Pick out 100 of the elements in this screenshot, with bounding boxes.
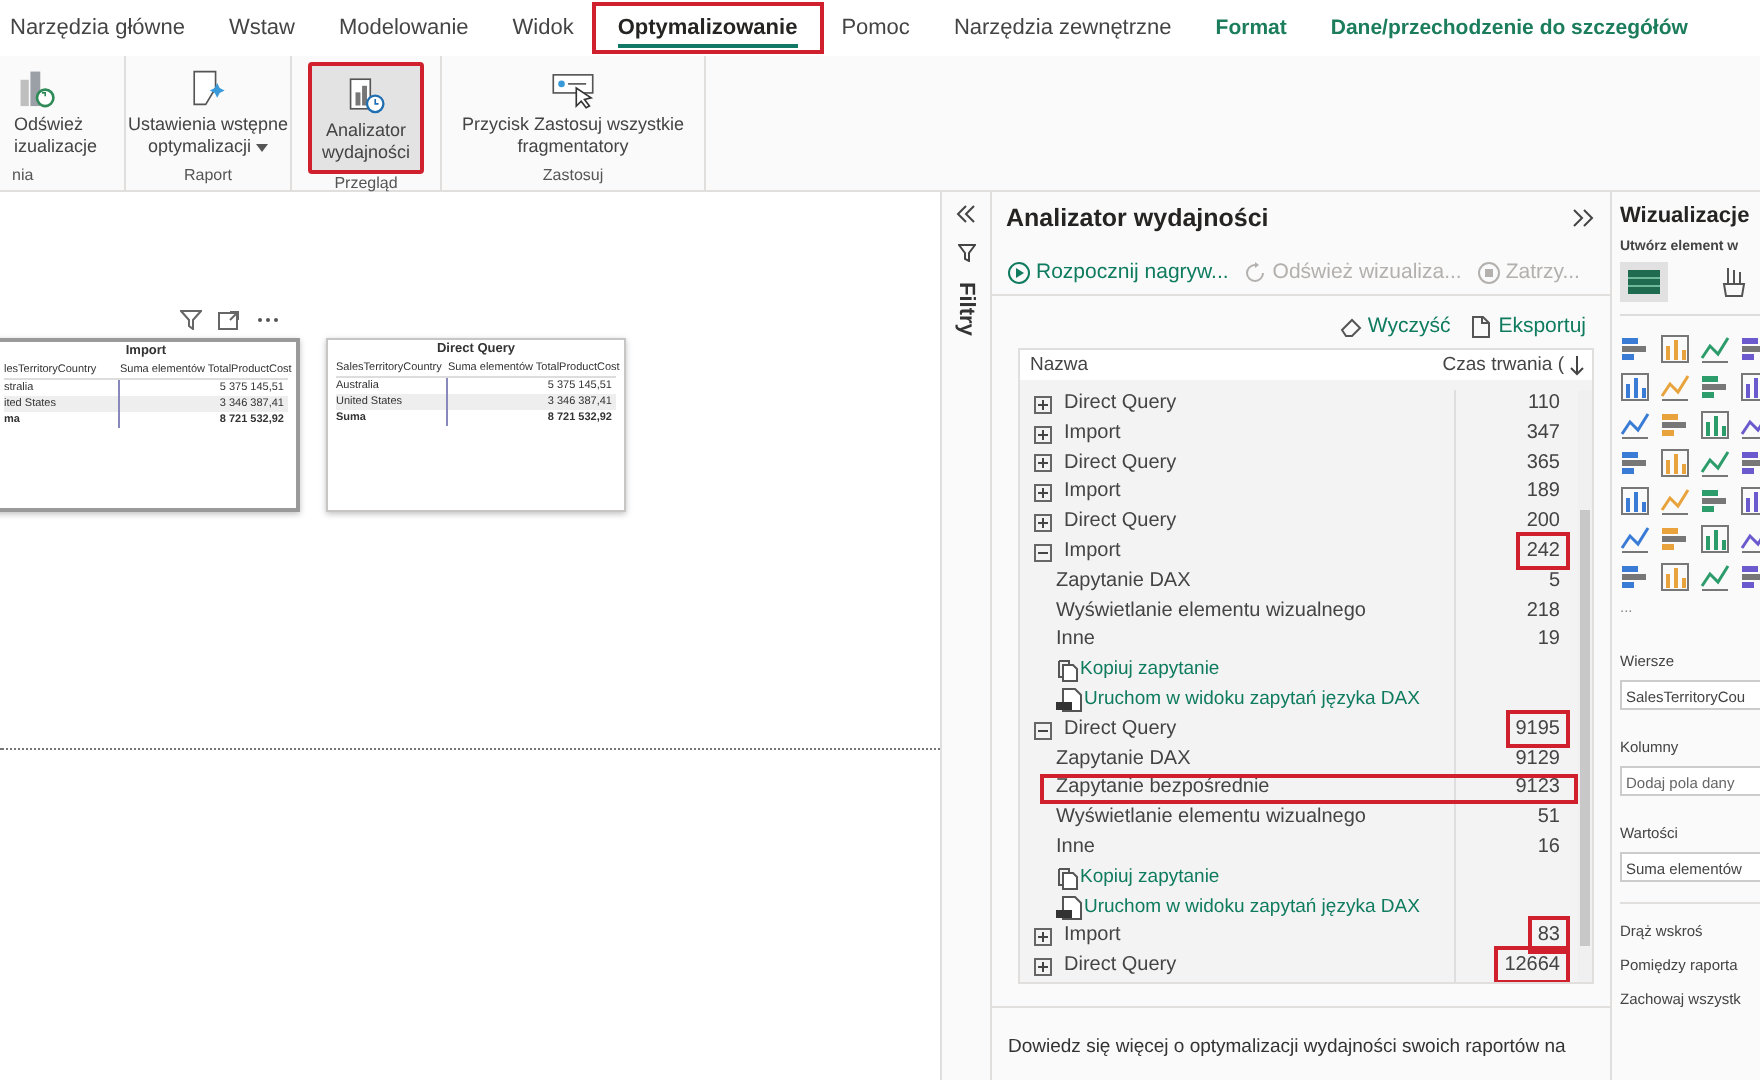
expand-toggle-icon[interactable]: [1034, 454, 1052, 473]
visual-name[interactable]: Import: [1064, 537, 1121, 568]
visual-type-icon[interactable]: [1660, 448, 1690, 478]
visual-type-icon[interactable]: [1620, 410, 1650, 440]
metric-name: Zapytanie bezpośrednie: [1056, 774, 1270, 803]
duration-value: 12664: [1500, 952, 1564, 979]
duration-value: 110: [1526, 390, 1562, 416]
visual-type-icon[interactable]: [1700, 524, 1730, 554]
metric-name: Wyświetlanie elementu wizualnego: [1056, 597, 1366, 626]
visual-type-icon[interactable]: [1620, 524, 1650, 554]
visual-type-icon[interactable]: [1620, 486, 1650, 516]
visual-type-icon[interactable]: [1660, 562, 1690, 592]
visual-type-icon[interactable]: [1620, 372, 1650, 402]
pane-title: Wizualizacje: [1620, 204, 1752, 228]
more-options-icon[interactable]: [256, 316, 280, 324]
query-link[interactable]: Uruchom w widoku zapytań języka DAX: [1056, 893, 1420, 923]
visual-type-icon[interactable]: [1700, 448, 1730, 478]
duration-value: 9195: [1511, 715, 1564, 742]
column-header[interactable]: Czas trwania (: [1442, 350, 1564, 380]
column-header[interactable]: Nazwa: [1030, 350, 1443, 380]
visual-name[interactable]: Import: [1064, 478, 1121, 509]
expand-left-icon[interactable]: [956, 204, 976, 224]
duration-value: 51: [1535, 804, 1562, 831]
duration-value: 5: [1546, 567, 1562, 594]
visual-name[interactable]: Direct Query: [1064, 715, 1177, 746]
duration-value: 83: [1533, 922, 1564, 949]
ribbon-tab[interactable]: Modelowanie: [316, 6, 491, 50]
expand-toggle-icon[interactable]: [1034, 395, 1052, 414]
duration-value: 19: [1535, 626, 1562, 653]
build-visual-icon[interactable]: [1620, 262, 1668, 302]
ribbon-tab[interactable]: Optymalizowanie: [595, 6, 820, 50]
caret-icon: [256, 144, 269, 152]
dax-file-icon: [1056, 688, 1082, 713]
ribbon-button[interactable]: Analizator wydajności: [307, 62, 425, 174]
visual-type-icon[interactable]: [1700, 486, 1730, 516]
visual-type-icon[interactable]: [1700, 334, 1730, 364]
visual-name[interactable]: Direct Query: [1064, 952, 1177, 982]
ribbon-tab[interactable]: Widok: [490, 6, 596, 50]
visual-name[interactable]: Direct Query: [1064, 449, 1177, 479]
visual-type-icon[interactable]: [1620, 562, 1650, 592]
ribbon-tab[interactable]: Narzędzia główne: [0, 6, 207, 50]
filter-icon[interactable]: [180, 310, 202, 330]
ribbon-tab[interactable]: Narzędzia zewnętrzne: [931, 6, 1194, 50]
toolbar-button[interactable]: Wyczyść: [1339, 314, 1451, 338]
visual-name[interactable]: Direct Query: [1064, 508, 1177, 538]
visual-type-icon[interactable]: [1660, 334, 1690, 364]
help-text: Dowiedz się więcej o optymalizacji wydajności swoich raportów na: [992, 1006, 1610, 1058]
expand-toggle-icon[interactable]: [1034, 484, 1052, 503]
expand-toggle-icon[interactable]: [1034, 425, 1052, 444]
metric-name: Zapytanie DAX: [1056, 745, 1191, 774]
visual-type-icon[interactable]: [1700, 562, 1730, 592]
group-label: Raport: [183, 166, 232, 186]
ribbon-button[interactable]: Przycisk Zastosuj wszystkie fragmentatory: [454, 62, 693, 162]
group-label: nia: [12, 166, 34, 186]
visual-type-icon[interactable]: [1660, 410, 1690, 440]
collapse-right-icon[interactable]: [1572, 208, 1594, 228]
metric-name: Zapytanie DAX: [1056, 567, 1191, 596]
duration-value: 9129: [1513, 745, 1562, 772]
ribbon-button[interactable]: Odśwież izualizacje: [12, 62, 106, 162]
export-icon: [1470, 315, 1493, 337]
copy-icon: [1056, 867, 1078, 890]
visual-name[interactable]: Import: [1064, 922, 1121, 953]
visual-name[interactable]: Import: [1064, 419, 1121, 450]
focus-mode-icon[interactable]: [218, 310, 240, 330]
ribbon-tab[interactable]: Pomoc: [819, 6, 932, 50]
filter-icon: [957, 244, 975, 262]
sort-down-arrow-icon[interactable]: [1570, 355, 1584, 375]
dax-file-icon: [1056, 895, 1082, 920]
ribbon-tab[interactable]: Wstaw: [206, 6, 317, 50]
visual-name[interactable]: Direct Query: [1064, 390, 1177, 420]
pane-title[interactable]: Filtry: [954, 282, 978, 336]
duration-value: 365: [1524, 449, 1562, 476]
expand-toggle-icon[interactable]: [1034, 514, 1052, 533]
toolbar-button[interactable]: Eksportuj: [1470, 314, 1586, 338]
visual-type-icon[interactable]: [1700, 410, 1730, 440]
visual-type-icon[interactable]: [1660, 372, 1690, 402]
expand-toggle-icon[interactable]: [1034, 958, 1052, 977]
group-label: Przegląd: [334, 174, 398, 194]
group-label: Zastosuj: [542, 166, 604, 186]
duration-value: 200: [1524, 508, 1562, 535]
metric-name: Inne: [1056, 626, 1095, 655]
expand-toggle-icon[interactable]: [1034, 928, 1052, 947]
visual-type-icon[interactable]: [1660, 486, 1690, 516]
toolbar-button[interactable]: Rozpocznij nagryw...: [1008, 260, 1229, 284]
duration-value: 347: [1524, 419, 1562, 446]
visual-type-icon[interactable]: [1620, 448, 1650, 478]
pane-title: Analizator wydajności: [1006, 204, 1269, 232]
visual-type-icon[interactable]: [1620, 334, 1650, 364]
collapse-toggle-icon[interactable]: [1034, 543, 1052, 562]
collapse-toggle-icon[interactable]: [1034, 721, 1052, 740]
metric-name: Inne: [1056, 833, 1095, 862]
query-link[interactable]: Kopiuj zapytanie: [1056, 656, 1220, 686]
query-link[interactable]: Uruchom w widoku zapytań języka DAX: [1056, 685, 1420, 716]
format-brush-icon[interactable]: [1720, 266, 1748, 298]
ribbon-button[interactable]: Ustawienia wstępne optymalizacji: [119, 62, 297, 162]
visual-type-icon[interactable]: [1700, 372, 1730, 402]
refresh-icon: [1244, 261, 1267, 283]
query-link[interactable]: Kopiuj zapytanie: [1056, 863, 1220, 894]
duration-value: 218: [1524, 597, 1562, 624]
visual-type-icon[interactable]: [1660, 524, 1690, 554]
